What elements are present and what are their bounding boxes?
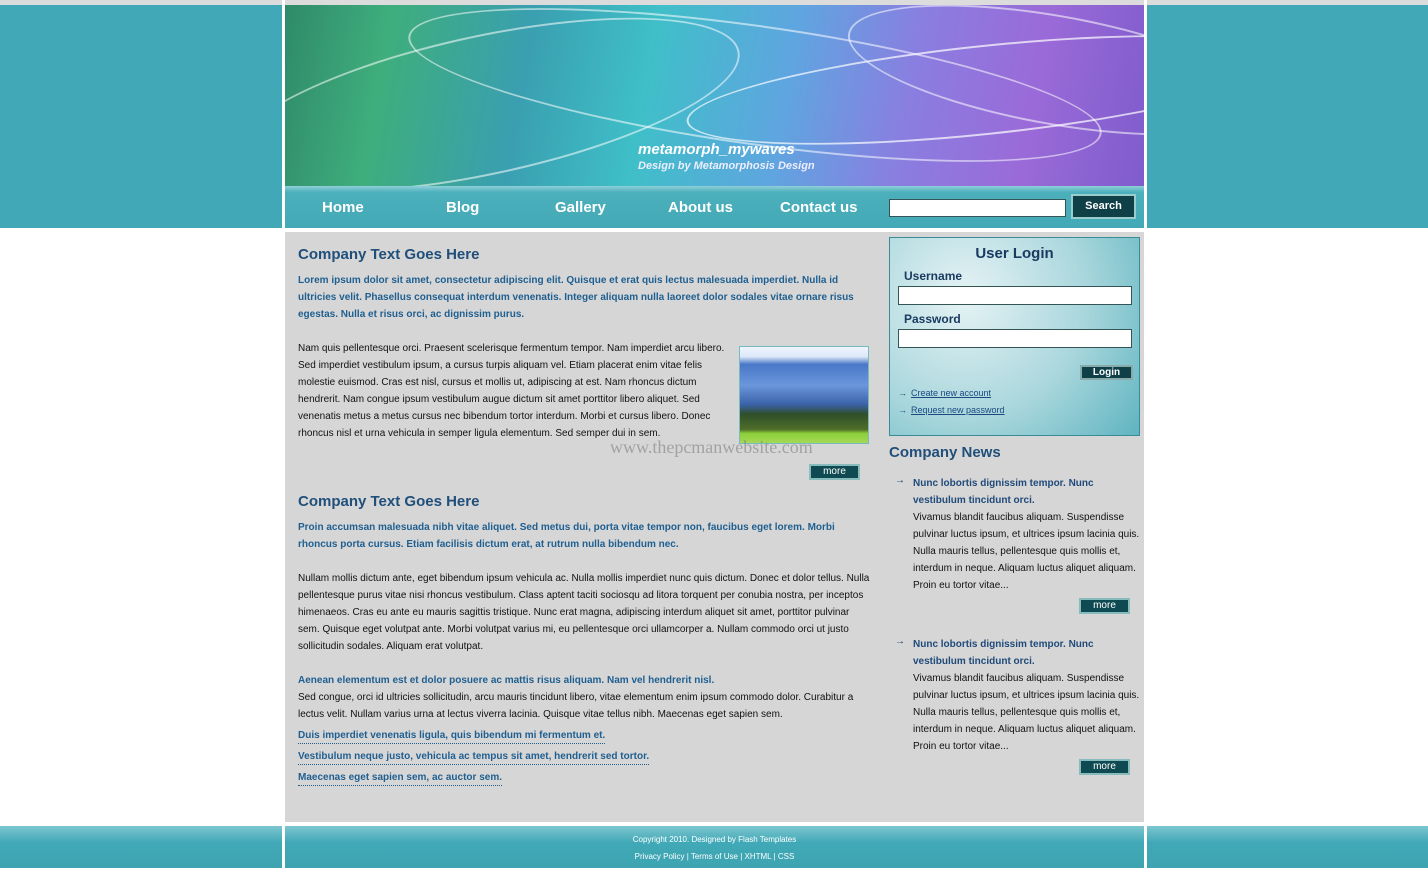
privacy-link[interactable]: Privacy Policy [635,852,685,861]
content-link[interactable]: Vestibulum neque justo, vehicula ac temp… [298,750,650,765]
xhtml-link[interactable]: XHTML [745,852,772,861]
section-body: Nullam mollis dictum ante, eget bibendum… [298,573,870,652]
news-item-desc: Vivamus blandit faucibus aliquam. Suspen… [913,512,1140,591]
more-button[interactable]: more [809,464,860,480]
section-title: Company Text Goes Here [298,246,480,263]
more-button[interactable]: more [1079,598,1130,614]
site-title: metamorph_mywaves [638,141,795,158]
content-area: Company Text Goes Here Lorem ipsum dolor… [285,232,1144,822]
footer: Copyright 2010. Designed by Flash Templa… [285,826,1144,868]
login-title: User Login [975,245,1054,262]
nav-contact[interactable]: Contact us [780,199,858,216]
news-item-title: Nunc lobortis dignissim tempor. Nunc ves… [913,478,1094,506]
arrow-right-icon: → [895,475,905,486]
column-divider [1144,0,1147,868]
password-input[interactable] [898,329,1132,348]
sub-lead: Aenean elementum est et dolor posuere ac… [298,675,715,686]
arrow-right-icon: → [895,636,905,647]
nav-gallery[interactable]: Gallery [555,199,606,216]
terms-link[interactable]: Terms of Use [691,852,738,861]
username-input[interactable] [898,286,1132,305]
main-nav: Home Blog Gallery About us Contact us Se… [285,186,1144,228]
search-input[interactable] [889,199,1066,217]
create-account-link[interactable]: Create new account [911,388,991,398]
site-subtitle: Design by Metamorphosis Design [638,160,815,172]
section-lead: Lorem ipsum dolor sit amet, consectetur … [298,275,854,320]
copyright: Copyright 2010. Designed by Flash Templa… [632,835,797,844]
news-title: Company News [889,444,1001,461]
request-password-link[interactable]: Request new password [911,405,1005,415]
sidebar: User Login Username Password Login → Crea… [889,237,1140,777]
section-lead: Proin accumsan malesuada nibh vitae aliq… [298,522,835,550]
news-item-desc: Vivamus blandit faucibus aliquam. Suspen… [913,673,1140,752]
news-item: → Nunc lobortis dignissim tempor. Nunc v… [889,475,1140,616]
search-button[interactable]: Search [1071,194,1136,219]
nav-home[interactable]: Home [322,199,364,216]
password-label: Password [904,312,961,326]
more-button[interactable]: more [1079,759,1130,775]
login-button[interactable]: Login [1080,365,1133,380]
arrow-right-icon: → [898,388,907,398]
section-body: Nam quis pellentesque orci. Praesent sce… [298,343,725,439]
sub-body: Sed congue, orci id ultricies sollicitud… [298,692,854,720]
company-news: Company News → Nunc lobortis dignissim t… [889,444,1140,777]
css-link[interactable]: CSS [778,852,794,861]
news-item: → Nunc lobortis dignissim tempor. Nunc v… [889,636,1140,777]
nav-blog[interactable]: Blog [446,199,479,216]
username-label: Username [904,269,963,283]
news-item-title: Nunc lobortis dignissim tempor. Nunc ves… [913,639,1094,667]
content-link[interactable]: Maecenas eget sapien sem, ac auctor sem. [298,771,502,786]
main-column: Company Text Goes Here Lorem ipsum dolor… [298,232,870,792]
arrow-right-icon: → [898,405,907,415]
building-photo [739,346,869,444]
watermark: www.thepcmanwebsite.com [610,437,813,457]
content-link[interactable]: Duis imperdiet venenatis ligula, quis bi… [298,729,606,744]
nav-about[interactable]: About us [668,199,733,216]
login-box: User Login Username Password Login → Crea… [889,237,1140,436]
header-banner: metamorph_mywaves Design by Metamorphosi… [285,5,1144,186]
section-title: Company Text Goes Here [298,493,480,510]
